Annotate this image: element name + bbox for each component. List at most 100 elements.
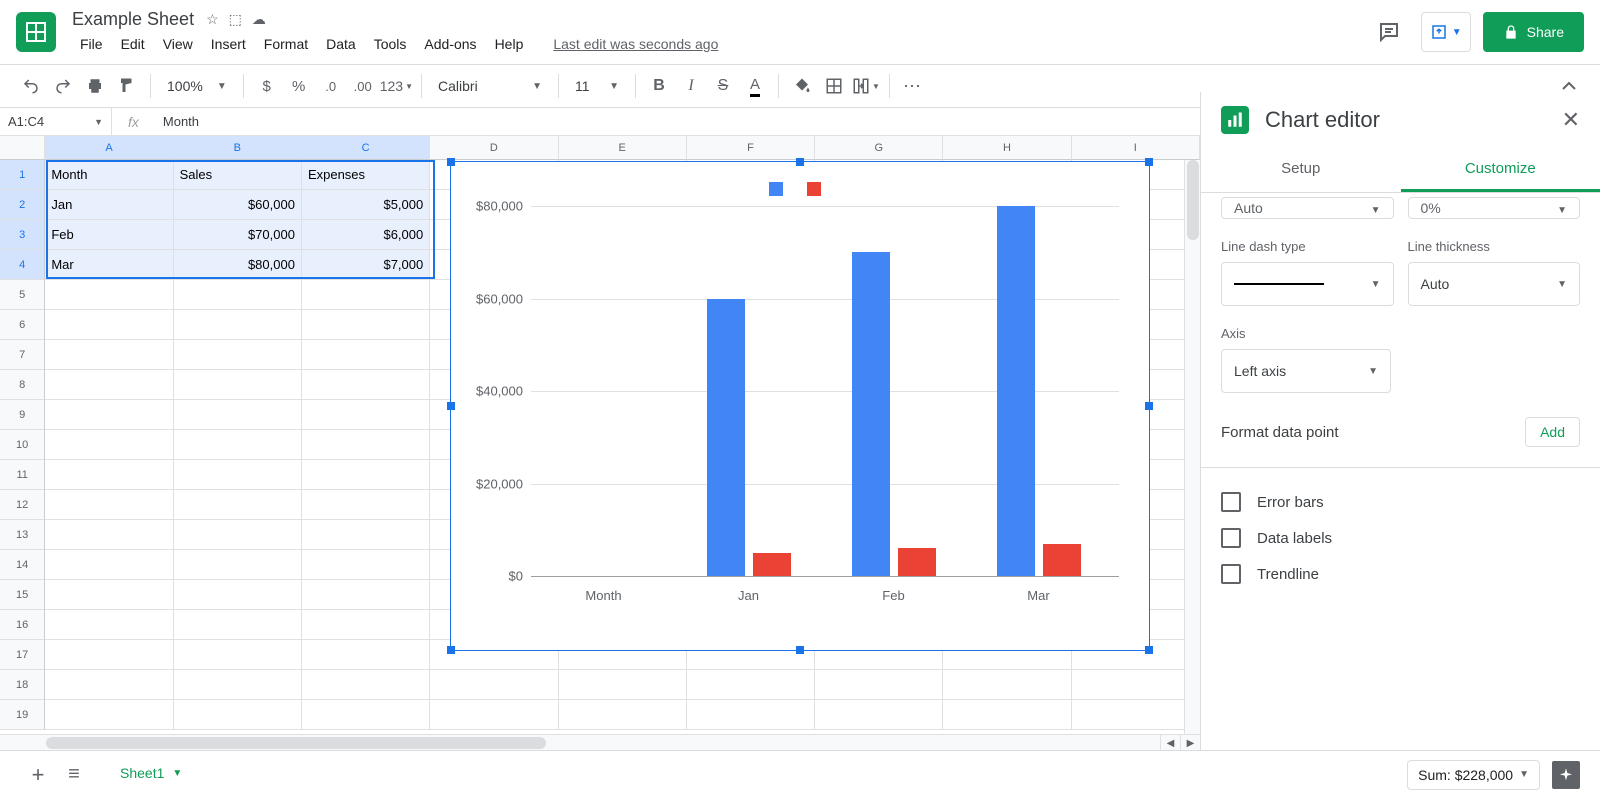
document-title[interactable]: Example Sheet: [72, 9, 194, 30]
cell[interactable]: $6,000: [302, 220, 430, 250]
cell[interactable]: [45, 580, 173, 610]
more-formats-button[interactable]: 123▼: [380, 71, 413, 101]
add-button[interactable]: Add: [1525, 417, 1580, 447]
row-header[interactable]: 10: [0, 430, 45, 460]
menu-file[interactable]: File: [72, 32, 111, 56]
cell[interactable]: [45, 280, 173, 310]
column-header[interactable]: C: [302, 136, 430, 160]
menu-add-ons[interactable]: Add-ons: [416, 32, 484, 56]
trendline-checkbox[interactable]: Trendline: [1221, 556, 1580, 592]
currency-button[interactable]: $: [252, 71, 282, 101]
text-color-button[interactable]: A: [740, 71, 770, 101]
cell[interactable]: [45, 310, 173, 340]
cell[interactable]: [302, 310, 430, 340]
star-icon[interactable]: ☆: [206, 11, 219, 28]
cell[interactable]: $5,000: [302, 190, 430, 220]
cell[interactable]: [815, 700, 943, 730]
row-header[interactable]: 3: [0, 220, 45, 250]
cell[interactable]: [559, 700, 687, 730]
cell[interactable]: [45, 460, 173, 490]
column-header[interactable]: D: [430, 136, 558, 160]
scroll-right-icon[interactable]: ▶: [1180, 735, 1200, 750]
line-dash-select[interactable]: ▼: [1221, 262, 1394, 306]
cell[interactable]: [174, 520, 302, 550]
cell[interactable]: [302, 580, 430, 610]
data-labels-checkbox[interactable]: Data labels: [1221, 520, 1580, 556]
chart-object[interactable]: $0$20,000$40,000$60,000$80,000MonthJanFe…: [450, 161, 1150, 651]
row-header[interactable]: 4: [0, 250, 45, 280]
sheet-tab[interactable]: Sheet1▼: [104, 757, 198, 792]
italic-button[interactable]: I: [676, 71, 706, 101]
font-select[interactable]: Calibri▼: [430, 71, 550, 101]
cell[interactable]: [45, 700, 173, 730]
sheets-logo[interactable]: [16, 12, 56, 52]
cell[interactable]: [687, 700, 815, 730]
borders-button[interactable]: [819, 71, 849, 101]
cell[interactable]: [45, 490, 173, 520]
cell[interactable]: $70,000: [174, 220, 302, 250]
font-size-select[interactable]: 11▼: [567, 71, 627, 101]
menu-tools[interactable]: Tools: [366, 32, 415, 56]
cell[interactable]: [45, 610, 173, 640]
cell[interactable]: [45, 430, 173, 460]
row-header[interactable]: 19: [0, 700, 45, 730]
cell[interactable]: [1072, 670, 1200, 700]
increase-decimal-button[interactable]: .00: [348, 71, 378, 101]
cell[interactable]: [559, 670, 687, 700]
name-box[interactable]: A1:C4▼: [0, 108, 112, 135]
merge-button[interactable]: ▼: [851, 71, 881, 101]
close-icon[interactable]: ✕: [1562, 107, 1580, 133]
cell[interactable]: [302, 640, 430, 670]
row-header[interactable]: 5: [0, 280, 45, 310]
formula-input[interactable]: Month: [155, 114, 207, 129]
column-header[interactable]: E: [559, 136, 687, 160]
row-header[interactable]: 1: [0, 160, 45, 190]
decrease-decimal-button[interactable]: .0: [316, 71, 346, 101]
cell[interactable]: [430, 700, 558, 730]
cell[interactable]: [302, 520, 430, 550]
cell[interactable]: [174, 460, 302, 490]
move-icon[interactable]: ⬚: [229, 11, 242, 28]
column-header[interactable]: H: [943, 136, 1071, 160]
percent-button[interactable]: %: [284, 71, 314, 101]
cell[interactable]: [302, 280, 430, 310]
cell[interactable]: Feb: [45, 220, 173, 250]
cell[interactable]: [302, 460, 430, 490]
menu-edit[interactable]: Edit: [113, 32, 153, 56]
row-header[interactable]: 7: [0, 340, 45, 370]
cell[interactable]: [45, 670, 173, 700]
cell[interactable]: Sales: [174, 160, 302, 190]
cell[interactable]: [302, 610, 430, 640]
cell[interactable]: [174, 340, 302, 370]
explore-button[interactable]: [1552, 761, 1580, 789]
row-header[interactable]: 11: [0, 460, 45, 490]
cell[interactable]: [45, 340, 173, 370]
cell[interactable]: [302, 670, 430, 700]
cell[interactable]: [174, 400, 302, 430]
error-bars-checkbox[interactable]: Error bars: [1221, 484, 1580, 520]
menu-data[interactable]: Data: [318, 32, 364, 56]
column-header[interactable]: G: [815, 136, 943, 160]
cell[interactable]: [45, 640, 173, 670]
cell[interactable]: [1072, 700, 1200, 730]
tab-customize[interactable]: Customize: [1401, 148, 1600, 192]
present-button[interactable]: ▼: [1421, 12, 1471, 52]
row-header[interactable]: 12: [0, 490, 45, 520]
menu-format[interactable]: Format: [256, 32, 316, 56]
scroll-left-icon[interactable]: ◀: [1160, 735, 1180, 750]
column-header[interactable]: B: [174, 136, 302, 160]
partial-select-top-right[interactable]: 0%▼: [1408, 197, 1581, 219]
cell[interactable]: [174, 700, 302, 730]
row-header[interactable]: 18: [0, 670, 45, 700]
cell[interactable]: [45, 520, 173, 550]
line-thickness-select[interactable]: Auto ▼: [1408, 262, 1581, 306]
select-all-corner[interactable]: [0, 136, 45, 160]
share-button[interactable]: Share: [1483, 12, 1584, 52]
cell[interactable]: [815, 670, 943, 700]
zoom-select[interactable]: 100%▼: [159, 71, 235, 101]
cloud-icon[interactable]: ☁: [252, 11, 266, 28]
partial-select-top-left[interactable]: Auto▼: [1221, 197, 1394, 219]
cell[interactable]: Mar: [45, 250, 173, 280]
cell[interactable]: Expenses: [302, 160, 430, 190]
row-header[interactable]: 8: [0, 370, 45, 400]
